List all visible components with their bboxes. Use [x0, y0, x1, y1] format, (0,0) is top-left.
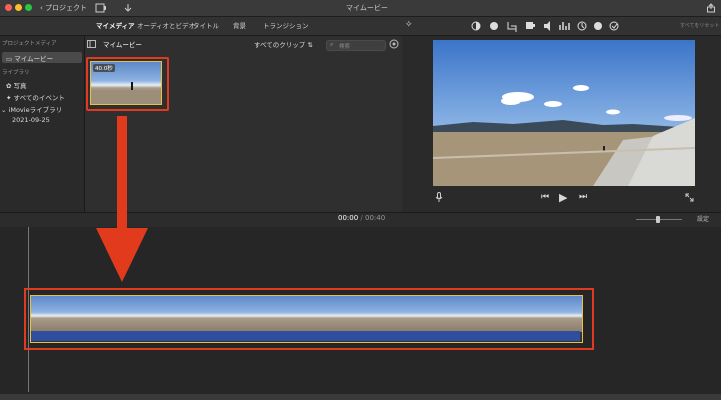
- audio-waveform-track[interactable]: [31, 331, 580, 341]
- library-sidebar: プロジェクトメディア ▭ マイムービー ライブラリ ✿ 写真 ✦ すべてのイベン…: [0, 36, 85, 212]
- search-input[interactable]: ⌕ 検索: [326, 40, 386, 51]
- magic-wand-icon[interactable]: ✧: [405, 20, 413, 30]
- settings-icon[interactable]: [389, 39, 399, 49]
- tab-audio-video[interactable]: オーディオとビデオ: [137, 17, 195, 35]
- sidebar-toggle-icon[interactable]: [87, 40, 96, 48]
- clip-frame: [31, 296, 97, 332]
- microphone-icon[interactable]: [435, 192, 443, 203]
- skip-back-icon[interactable]: ⏮: [541, 192, 549, 202]
- reset-all-button[interactable]: すべてをリセット: [680, 17, 719, 35]
- browser-title: マイムービー: [103, 41, 142, 49]
- sidebar-item-my-movie[interactable]: ▭ マイムービー: [6, 53, 53, 63]
- media-toolbar: マイメディア オーディオとビデオ タイトル 背景 トランジション ✧ すべてをリ…: [0, 17, 721, 36]
- tab-titles[interactable]: タイトル: [193, 17, 219, 35]
- film-icon[interactable]: [95, 3, 107, 13]
- adjustment-tools: [471, 21, 619, 32]
- play-icon[interactable]: ▶: [559, 191, 567, 204]
- close-window-button[interactable]: [5, 4, 12, 11]
- clip-frame: [163, 296, 229, 332]
- tab-my-media[interactable]: マイメディア: [96, 17, 135, 35]
- zoom-window-button[interactable]: [25, 4, 32, 11]
- clip-filter-dropdown[interactable]: すべてのクリップ ⇅: [254, 39, 313, 49]
- search-placeholder: 検索: [339, 43, 351, 50]
- up-down-chevron-icon: ⇅: [307, 41, 313, 49]
- clip-frame: [295, 296, 361, 332]
- clip-thumbnail[interactable]: 40.0秒: [90, 61, 162, 105]
- time-separator: /: [360, 214, 363, 222]
- folder-icon: ▭: [6, 55, 13, 63]
- clip-frame: [493, 296, 559, 332]
- project-media-header: プロジェクトメディア: [2, 41, 57, 47]
- video-preview[interactable]: [433, 40, 695, 186]
- minimize-window-button[interactable]: [15, 4, 22, 11]
- clip-frame: [361, 296, 427, 332]
- clip-frame: [559, 296, 582, 332]
- tab-transitions[interactable]: トランジション: [263, 17, 309, 35]
- back-to-projects-button[interactable]: ‹ プロジェクト: [40, 0, 87, 16]
- sidebar-item-library[interactable]: ⌄ iMovieライブラリ: [1, 104, 62, 114]
- current-time: 00:00: [338, 214, 359, 222]
- sidebar-item-photos[interactable]: ✿ 写真: [6, 80, 27, 90]
- video-viewer: ⏮ ▶ ⏭: [403, 36, 721, 212]
- clip-frame: [229, 296, 295, 332]
- annotation-arrow-shaft: [117, 116, 127, 230]
- clip-frame: [427, 296, 493, 332]
- share-icon[interactable]: [706, 3, 716, 13]
- star-icon: ✦: [6, 94, 12, 102]
- zoom-slider-thumb[interactable]: [656, 216, 660, 223]
- timeline-settings-button[interactable]: 設定: [697, 214, 709, 223]
- download-arrow-icon[interactable]: [123, 3, 133, 13]
- fullscreen-icon[interactable]: [685, 193, 694, 202]
- chevron-left-icon: ‹: [40, 4, 43, 12]
- clip-frame: [97, 296, 163, 332]
- annotation-arrow-head: [96, 228, 148, 282]
- skip-forward-icon[interactable]: ⏭: [579, 192, 587, 202]
- sidebar-item-event-date[interactable]: 2021-09-25: [12, 116, 50, 124]
- ground: [91, 90, 161, 104]
- timeline-header: 00:00 / 00:40 設定: [0, 212, 721, 228]
- photos-icon: ✿: [6, 82, 12, 90]
- search-icon: ⌕: [330, 41, 334, 48]
- title-bar: ‹ プロジェクト マイムービー: [0, 0, 721, 17]
- timecode-display: 00:00 / 00:40: [338, 214, 385, 222]
- clip-duration-badge: 40.0秒: [93, 64, 115, 72]
- tab-backgrounds[interactable]: 背景: [233, 17, 246, 35]
- disclosure-icon: ⌄: [1, 106, 7, 114]
- library-header: ライブラリ: [2, 70, 30, 76]
- window-title: マイムービー: [346, 4, 388, 12]
- preview-image: [433, 40, 695, 186]
- sidebar-item-all-events[interactable]: ✦ すべてのイベント: [6, 92, 65, 102]
- timeline-scrollbar[interactable]: [0, 394, 721, 400]
- media-browser: マイムービー すべてのクリップ ⇅ ⌕ 検索 40.0秒: [85, 36, 402, 212]
- total-time: 00:40: [365, 214, 386, 222]
